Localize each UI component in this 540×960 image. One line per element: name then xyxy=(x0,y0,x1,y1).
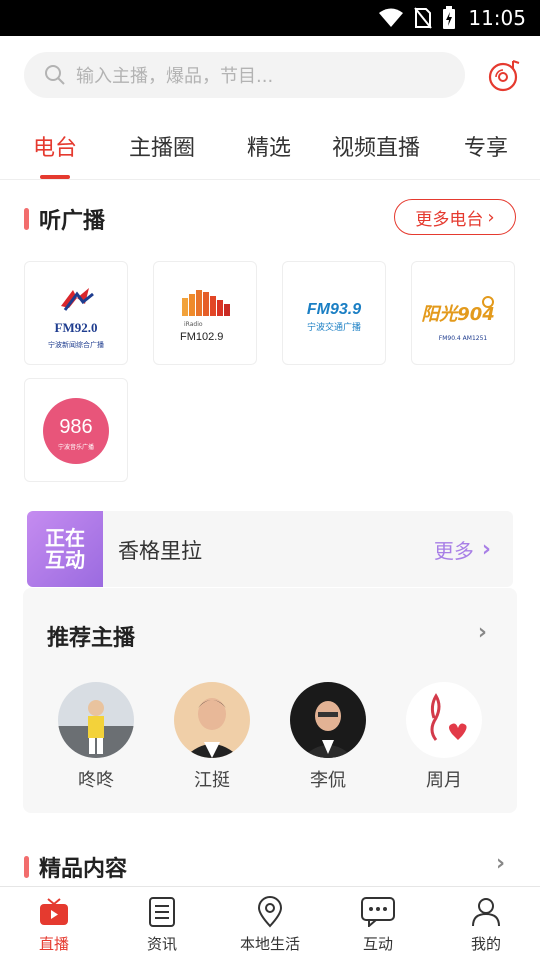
search-input[interactable]: 输入主播，爆品，节目... xyxy=(24,52,465,98)
more-stations-label: 更多电台 xyxy=(415,209,484,230)
active-tab-indicator xyxy=(40,175,70,179)
tab-anchor-circle[interactable]: 主播圈 xyxy=(129,130,195,162)
station-fm904[interactable]: 阳光904 FM90.4 AM1251 xyxy=(411,261,515,365)
recommended-anchors-card: 推荐主播 › 咚咚 江挺 李侃 周月 xyxy=(23,588,517,813)
live-program-name: 香格里拉 xyxy=(118,539,202,563)
fm904-logo-text: 阳光904 xyxy=(421,304,495,325)
nav-local-life[interactable]: 本地生活 xyxy=(225,895,315,954)
chevron-right-icon: › xyxy=(487,206,495,228)
wifi-icon xyxy=(379,8,404,27)
nav-mine-label: 我的 xyxy=(470,935,501,953)
anchor-name: 咚咚 xyxy=(78,770,114,791)
featured-section-label: 精品内容 xyxy=(39,857,128,882)
fm904-sub-text: FM90.4 AM1251 xyxy=(439,335,488,342)
anchor-name: 周月 xyxy=(426,770,462,791)
bottom-navigation: 直播 资讯 本地生活 互动 我的 xyxy=(0,886,540,960)
live-interaction-banner[interactable]: 正在 互动 香格里拉 更多 › xyxy=(27,511,513,587)
search-row: 输入主播，爆品，节目... xyxy=(24,52,520,98)
fm904-logo-icon: 阳光904 FM90.4 AM1251 xyxy=(421,296,495,342)
anchor-item[interactable]: 咚咚 xyxy=(56,682,136,792)
nav-live[interactable]: 直播 xyxy=(9,895,99,954)
nav-local-life-label: 本地生活 xyxy=(239,935,300,953)
fm1029-logo-text: FM102.9 xyxy=(180,331,223,343)
avatar xyxy=(174,682,250,758)
section-accent-bar xyxy=(24,208,29,230)
news-icon xyxy=(149,897,175,927)
anchor-item[interactable]: 周月 xyxy=(404,682,484,792)
fm939-logo-icon: FM93.9 宁波交通广播 xyxy=(307,301,361,333)
986-sub-text: 宁波音乐广播 xyxy=(58,443,94,451)
nav-live-label: 直播 xyxy=(38,935,69,953)
fm939-sub-text: 宁波交通广播 xyxy=(307,321,361,333)
live-badge-line1: 正在 xyxy=(45,526,85,550)
radio-section-label: 听广播 xyxy=(39,209,106,234)
live-more-button[interactable]: 更多 › xyxy=(434,535,491,564)
tab-selected[interactable]: 精选 xyxy=(247,130,291,162)
avatar xyxy=(58,682,134,758)
anchor-name: 江挺 xyxy=(194,770,230,791)
radio-section-title: 听广播 xyxy=(24,203,105,235)
user-icon xyxy=(472,898,500,927)
no-sim-icon xyxy=(414,7,433,29)
station-fm920[interactable]: FM92.0 宁波新闻综合广播 xyxy=(24,261,128,365)
chevron-right-icon[interactable]: › xyxy=(478,620,487,645)
tab-radio[interactable]: 电台 xyxy=(33,130,77,162)
live-badge-line2: 互动 xyxy=(45,548,85,572)
station-fm1029[interactable]: iRadio FM102.9 xyxy=(153,261,257,365)
search-icon xyxy=(45,65,65,85)
anchor-name: 李侃 xyxy=(310,770,346,791)
anchor-item[interactable]: 江挺 xyxy=(172,682,252,792)
fm920-logo-text: FM92.0 xyxy=(55,320,98,335)
chevron-right-icon: › xyxy=(481,537,491,562)
tv-icon xyxy=(40,898,68,925)
music-disc-icon[interactable] xyxy=(488,58,522,92)
status-bar: 11:05 xyxy=(0,0,540,36)
station-986[interactable]: 986 宁波音乐广播 xyxy=(24,378,128,482)
fm920-logo-icon: FM92.0 宁波新闻综合广播 xyxy=(48,288,104,349)
battery-charging-icon xyxy=(443,6,456,29)
avatar xyxy=(406,682,482,758)
fm920-sub-text: 宁波新闻综合广播 xyxy=(48,340,104,349)
live-more-label: 更多 xyxy=(433,539,474,563)
live-badge: 正在 互动 xyxy=(27,511,103,587)
top-tabs: 电台 主播圈 精选 视频直播 专享 xyxy=(0,118,540,180)
nav-news-label: 资讯 xyxy=(146,935,177,953)
avatar xyxy=(290,682,366,758)
fm939-logo-text: FM93.9 xyxy=(307,301,361,318)
chat-icon xyxy=(361,897,395,927)
nav-mine[interactable]: 我的 xyxy=(441,895,531,954)
location-icon xyxy=(257,896,283,928)
fm1029-sub-text: iRadio xyxy=(184,321,203,328)
tab-video-live[interactable]: 视频直播 xyxy=(332,130,420,162)
986-logo-icon: 986 宁波音乐广播 xyxy=(43,398,109,464)
fm1029-logo-icon: iRadio FM102.9 xyxy=(180,290,230,343)
anchor-item[interactable]: 李侃 xyxy=(288,682,368,792)
nav-interact[interactable]: 互动 xyxy=(333,895,423,954)
tab-exclusive[interactable]: 专享 xyxy=(464,130,508,162)
search-placeholder: 输入主播，爆品，节目... xyxy=(76,66,274,87)
featured-section-title: 精品内容 xyxy=(24,851,127,883)
chevron-right-icon[interactable]: › xyxy=(496,851,505,876)
section-accent-bar xyxy=(24,856,29,878)
nav-interact-label: 互动 xyxy=(362,935,393,953)
986-logo-text: 986 xyxy=(59,416,92,438)
anchors-section-title: 推荐主播 xyxy=(47,626,136,651)
more-stations-button[interactable]: 更多电台 › xyxy=(394,199,516,235)
nav-news[interactable]: 资讯 xyxy=(117,895,207,954)
station-fm939[interactable]: FM93.9 宁波交通广播 xyxy=(282,261,386,365)
clock: 11:05 xyxy=(468,6,526,30)
